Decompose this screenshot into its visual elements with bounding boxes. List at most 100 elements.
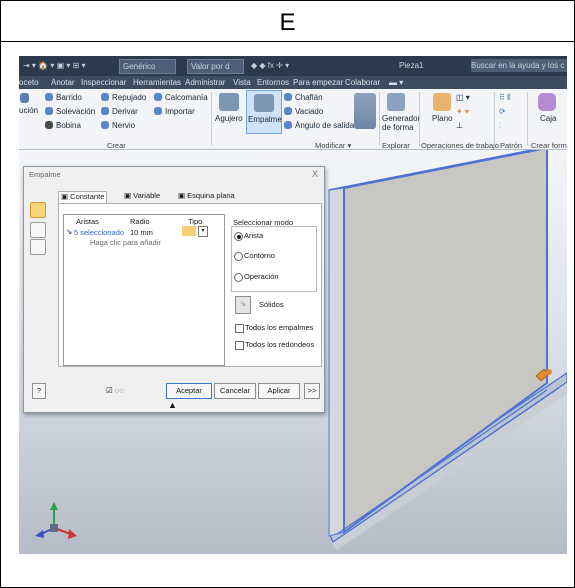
appearance-dropdown[interactable]: Valor por d bbox=[187, 59, 244, 74]
expand-caret-icon[interactable]: ▲ bbox=[168, 400, 177, 410]
add-row-hint[interactable]: Haga clic para añadir bbox=[90, 238, 161, 247]
emboss-button[interactable]: Repujado bbox=[112, 93, 146, 102]
tab-administrar[interactable]: Administrar bbox=[185, 78, 225, 87]
preview-checkbox[interactable]: ☑ ◌◌ bbox=[106, 386, 124, 395]
circular-pattern-icon[interactable]: ⟳ bbox=[499, 107, 506, 116]
face-fillet-mode-icon[interactable] bbox=[30, 222, 46, 238]
help-search-input[interactable]: Buscar en la ayuda y los c bbox=[471, 59, 567, 72]
fillet-button[interactable]: Empalme bbox=[246, 90, 282, 134]
tab-anotar[interactable]: Anotar bbox=[51, 78, 75, 87]
shape-generator-button[interactable]: Generador de forma bbox=[382, 114, 420, 132]
material-dropdown[interactable]: Genérico bbox=[119, 59, 176, 74]
fillet-icon bbox=[254, 94, 274, 112]
group-label-crear: Crear bbox=[107, 141, 126, 150]
select-arrow-icon: ⇘ bbox=[66, 227, 73, 236]
radius-value[interactable]: 10 mm bbox=[130, 228, 153, 237]
chamfer-button[interactable]: Chaflán bbox=[295, 93, 323, 102]
all-rounds-checkbox[interactable] bbox=[235, 341, 244, 350]
inventor-screenshot: ⇥ ▾ 🏠 ▾ ▣ ▾ ⊞ ▾ Genérico Valor por d ◆ ◆… bbox=[19, 56, 567, 554]
decal-icon bbox=[154, 93, 162, 101]
edge-fillet-mode-icon[interactable] bbox=[30, 202, 46, 218]
tab-colaborar[interactable]: Colaborar bbox=[345, 78, 380, 87]
ribbon-separator bbox=[379, 92, 380, 146]
ribbon-panel: ución Barrido Repujado Calcomanía Soleva… bbox=[19, 89, 567, 150]
all-fillets-checkbox[interactable] bbox=[235, 324, 244, 333]
solids-select-icon[interactable]: ⇘ bbox=[235, 296, 251, 314]
figure-letter: E bbox=[279, 9, 296, 36]
quick-access-toolbar[interactable]: ⇥ ▾ 🏠 ▾ ▣ ▾ ⊞ ▾ bbox=[23, 61, 86, 70]
edges-selection-count[interactable]: 5 seleccionado bbox=[74, 228, 124, 237]
ok-button[interactable]: Aceptar bbox=[166, 383, 212, 399]
ribbon-tabs: oceto Anotar Inspeccionar Herramientas A… bbox=[19, 76, 567, 89]
coil-icon bbox=[45, 121, 53, 129]
draft-icon bbox=[284, 121, 292, 129]
box-button[interactable]: Caja bbox=[540, 114, 556, 123]
fillet-dialog[interactable]: Empalme X ▣ Constante ▣ Variable ▣ Esqui… bbox=[23, 166, 325, 413]
rib-icon bbox=[101, 121, 109, 129]
type-dropdown-icon[interactable]: ▾ bbox=[198, 226, 208, 237]
measure-tools[interactable]: ◆ ◆ fx ✛ ▾ bbox=[251, 61, 289, 70]
derive-button[interactable]: Derivar bbox=[112, 107, 138, 116]
edges-table[interactable]: Aristas Radio Tipo ⇘ 5 seleccionado 10 m… bbox=[63, 214, 225, 366]
col-radio: Radio bbox=[130, 217, 150, 226]
group-label-explorar: Explorar bbox=[382, 141, 410, 150]
tab-para-empezar[interactable]: Para empezar bbox=[293, 78, 343, 87]
import-button[interactable]: Importar bbox=[165, 107, 195, 116]
tab-variable[interactable]: ▣ Variable bbox=[122, 191, 162, 202]
mirror-icon[interactable]: ⫶ bbox=[499, 121, 501, 131]
group-label-trabajo: Operaciones de trabajo bbox=[421, 141, 499, 150]
more-options-button[interactable]: >> bbox=[304, 383, 320, 399]
group-label-patron: Patrón bbox=[500, 141, 523, 150]
tab-modelo[interactable]: oceto bbox=[19, 78, 39, 87]
all-fillets-label: Todos los empalmes bbox=[245, 323, 314, 332]
tab-inspeccionar[interactable]: Inspeccionar bbox=[81, 78, 126, 87]
extrusion-label[interactable]: ución bbox=[19, 106, 38, 115]
sweep-icon bbox=[45, 93, 53, 101]
fillet-type-icon[interactable] bbox=[182, 226, 196, 236]
rib-button[interactable]: Nervio bbox=[112, 121, 135, 130]
select-mode-group: Arista Contorno Operación bbox=[231, 226, 317, 292]
rect-pattern-icon[interactable]: ⠿ ⦀ bbox=[499, 93, 511, 103]
tab-vista[interactable]: Vista bbox=[233, 78, 251, 87]
draft-button[interactable]: Ángulo de salida bbox=[295, 121, 354, 130]
loft-icon bbox=[45, 107, 53, 115]
import-icon bbox=[154, 107, 162, 115]
title-bar: ⇥ ▾ 🏠 ▾ ▣ ▾ ⊞ ▾ Genérico Valor por d ◆ ◆… bbox=[19, 56, 567, 76]
loft-button[interactable]: Solevación bbox=[56, 107, 95, 116]
ribbon-separator bbox=[494, 92, 495, 146]
tab-entornos[interactable]: Entornos bbox=[257, 78, 289, 87]
tab-extra-icon[interactable]: ▬ ▾ bbox=[389, 78, 403, 87]
coil-button[interactable]: Bobina bbox=[56, 121, 81, 130]
ucs-icon[interactable]: ⊥ bbox=[456, 121, 463, 130]
axis-icon[interactable]: ◫ ▾ bbox=[456, 93, 470, 102]
tab-constante[interactable]: ▣ Constante bbox=[58, 191, 108, 203]
help-icon[interactable]: ? bbox=[32, 383, 46, 399]
fillet-manipulator-handle bbox=[546, 369, 552, 375]
mode-operacion-radio[interactable] bbox=[234, 273, 243, 282]
emboss-icon bbox=[101, 93, 109, 101]
modify-small-tools[interactable] bbox=[354, 93, 376, 129]
full-round-fillet-mode-icon[interactable] bbox=[30, 239, 46, 255]
mode-contorno-radio[interactable] bbox=[234, 252, 243, 261]
col-aristas: Aristas bbox=[76, 217, 99, 226]
shell-button[interactable]: Vaciado bbox=[295, 107, 323, 116]
apply-button[interactable]: Aplicar bbox=[258, 383, 300, 399]
mode-arista-radio[interactable] bbox=[234, 232, 243, 241]
tab-herramientas[interactable]: Herramientas bbox=[133, 78, 181, 87]
decal-button[interactable]: Calcomanía bbox=[165, 93, 208, 102]
point-icon[interactable]: ✦ ▾ bbox=[456, 107, 469, 116]
close-icon[interactable]: X bbox=[312, 169, 318, 179]
mode-contorno-label: Contorno bbox=[244, 251, 275, 260]
extrude-icon[interactable] bbox=[20, 93, 29, 103]
hole-button[interactable]: Agujero bbox=[215, 114, 243, 123]
chamfer-icon bbox=[284, 93, 292, 101]
box-icon bbox=[538, 93, 556, 111]
cancel-button[interactable]: Cancelar bbox=[214, 383, 256, 399]
ribbon-separator bbox=[211, 92, 212, 146]
plane-button[interactable]: Plano bbox=[432, 114, 452, 123]
group-label-crear-forma: Crear form bbox=[531, 141, 567, 150]
hole-icon bbox=[219, 93, 239, 111]
tab-esquina-plana[interactable]: ▣ Esquina plana bbox=[176, 191, 237, 202]
sweep-button[interactable]: Barrido bbox=[56, 93, 82, 102]
group-label-modificar[interactable]: Modificar ▾ bbox=[315, 141, 351, 150]
